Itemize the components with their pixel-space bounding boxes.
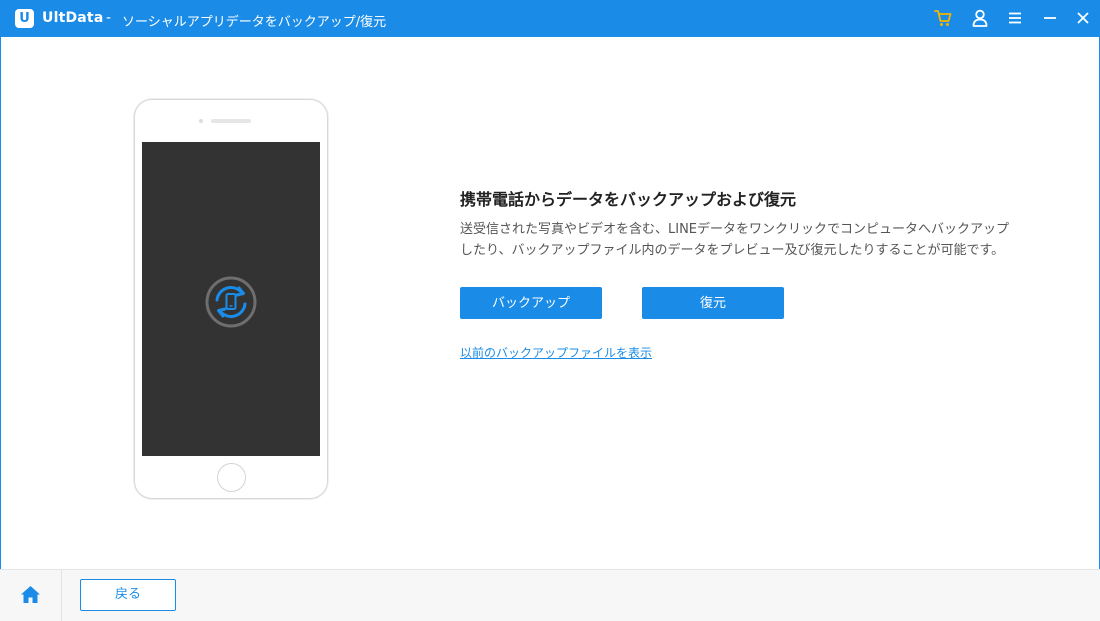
phone-screen (142, 142, 320, 456)
app-name: UltData (42, 10, 104, 26)
title-bar: U UltData - ソーシャルアプリデータをバックアップ/復元 (0, 0, 1100, 37)
home-button[interactable] (0, 570, 62, 621)
description-line: したり、バックアップファイル内のデータをプレビュー及び復元したりすることが可能で… (460, 243, 1005, 258)
description-text: 送受信された写真やビデオを含む、LINEデータをワンクリックでコンピュータへバッ… (460, 219, 1060, 261)
title-separator: - (106, 10, 112, 26)
view-previous-backups-link[interactable]: 以前のバックアップファイルを表示 (460, 344, 652, 361)
backup-button[interactable]: バックアップ (460, 287, 602, 319)
close-icon[interactable] (1073, 8, 1093, 28)
home-icon (21, 586, 40, 603)
bottom-bar: 戻る (0, 569, 1100, 621)
app-logo-icon: U (15, 9, 34, 28)
user-icon[interactable] (970, 8, 990, 28)
minimize-icon[interactable] (1040, 8, 1060, 28)
back-button[interactable]: 戻る (80, 579, 176, 611)
page-heading: 携帯電話からデータをバックアップおよび復元 (460, 190, 797, 209)
description-line: 送受信された写真やビデオを含む、LINEデータをワンクリックでコンピュータへバッ… (460, 222, 1010, 237)
menu-icon[interactable] (1005, 8, 1025, 28)
window-title: ソーシャルアプリデータをバックアップ/復元 (122, 15, 387, 30)
cart-icon[interactable] (933, 8, 953, 28)
restore-button[interactable]: 復元 (642, 287, 784, 319)
phone-camera (199, 119, 203, 123)
phone-illustration (134, 99, 328, 499)
phone-speaker (211, 119, 251, 123)
phone-sync-icon (205, 276, 257, 328)
phone-home-button (217, 463, 246, 492)
